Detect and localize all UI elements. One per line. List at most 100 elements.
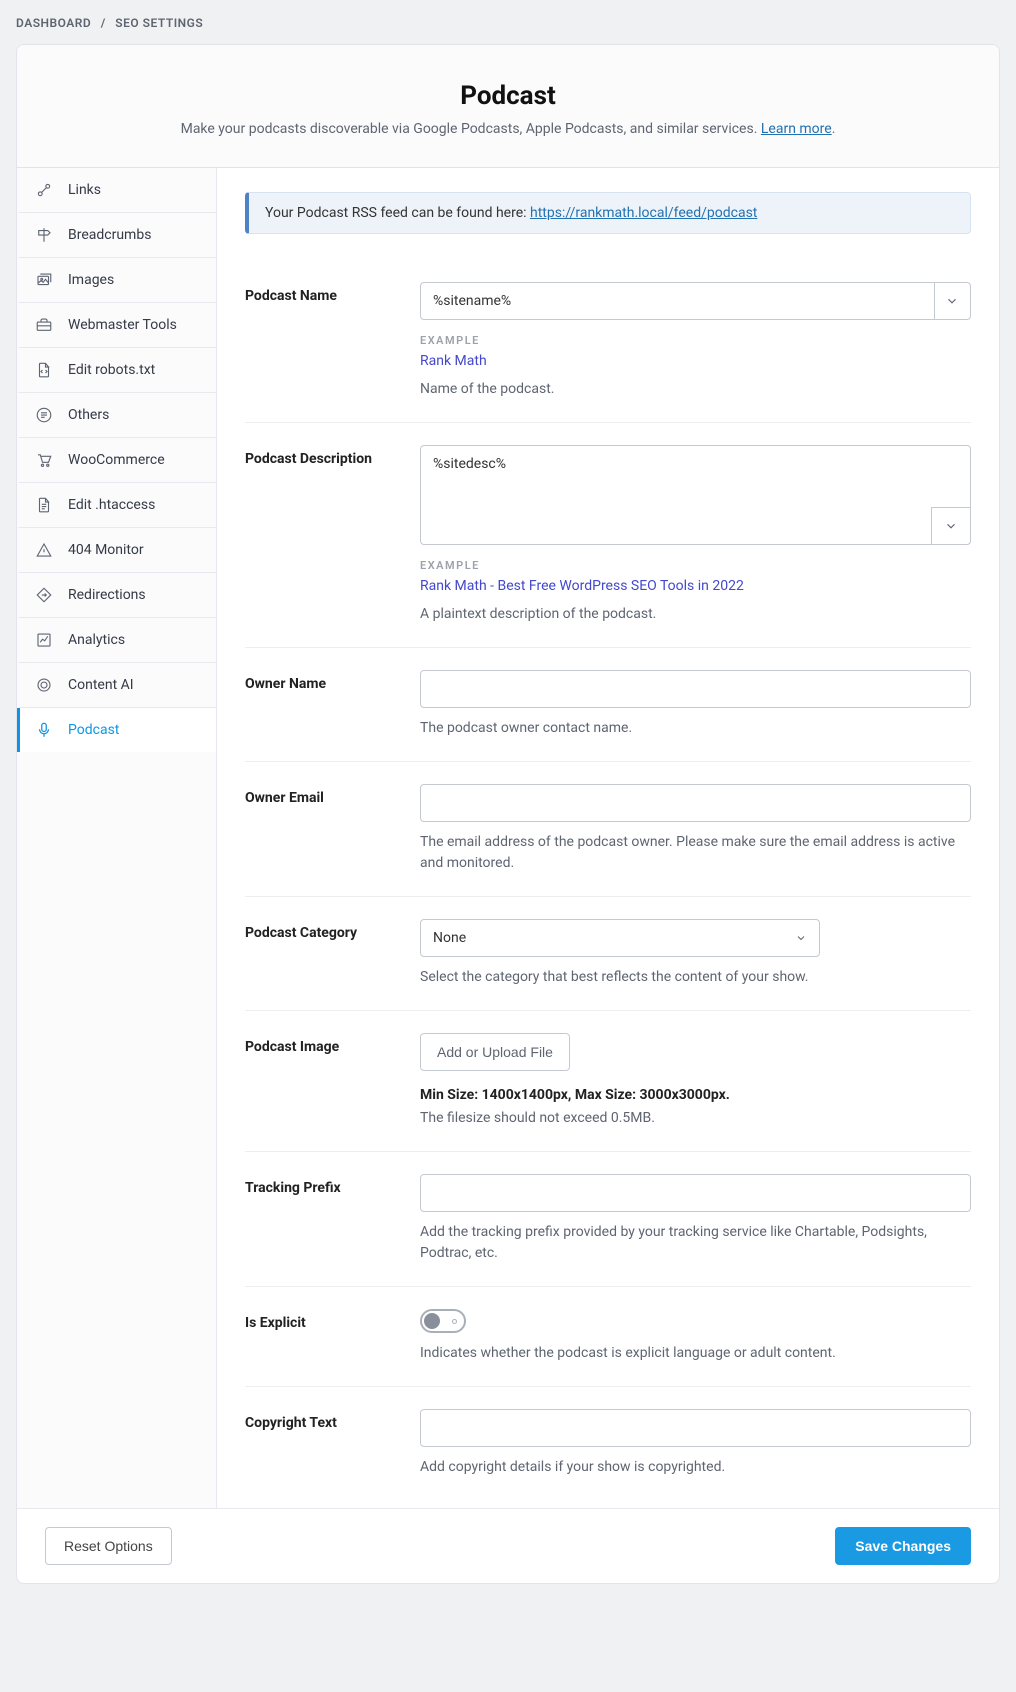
row-owner-email: Owner Email The email address of the pod… (245, 762, 971, 897)
tracking-prefix-input[interactable] (420, 1174, 971, 1212)
sidebar-item-webmaster[interactable]: Webmaster Tools (17, 303, 216, 348)
helper-podcast-description: A plaintext description of the podcast. (420, 604, 971, 625)
links-icon (34, 180, 54, 200)
label-podcast-name: Podcast Name (245, 282, 420, 304)
sidebar-item-breadcrumbs[interactable]: Breadcrumbs (17, 213, 216, 258)
is-explicit-toggle[interactable] (420, 1309, 466, 1333)
sidebar-item-label: Edit robots.txt (68, 362, 155, 378)
rss-feed-link[interactable]: https://rankmath.local/feed/podcast (530, 205, 757, 221)
label-copyright: Copyright Text (245, 1409, 420, 1431)
row-podcast-category: Podcast Category None Select the categor… (245, 897, 971, 1011)
helper-is-explicit: Indicates whether the podcast is explici… (420, 1343, 971, 1364)
breadcrumb-dashboard-link[interactable]: DASHBOARD (16, 16, 91, 30)
example-label: EXAMPLE (420, 334, 971, 347)
label-podcast-description: Podcast Description (245, 445, 420, 467)
sidebar-item-label: Analytics (68, 632, 125, 648)
row-copyright: Copyright Text Add copyright details if … (245, 1387, 971, 1500)
save-button[interactable]: Save Changes (835, 1527, 971, 1565)
subtitle-text: Make your podcasts discoverable via Goog… (181, 121, 761, 137)
helper-podcast-name: Name of the podcast. (420, 379, 971, 400)
cart-icon (34, 450, 54, 470)
label-is-explicit: Is Explicit (245, 1309, 420, 1331)
sidebar-item-podcast[interactable]: Podcast (17, 708, 216, 752)
toggle-dot (452, 1319, 457, 1324)
learn-more-link[interactable]: Learn more (761, 121, 832, 137)
podcast-description-input[interactable]: %sitedesc% (420, 445, 971, 545)
chart-icon (34, 630, 54, 650)
podcast-category-select[interactable]: None (420, 919, 820, 957)
copyright-input[interactable] (420, 1409, 971, 1447)
toolbox-icon (34, 315, 54, 335)
helper-owner-email: The email address of the podcast owner. … (420, 832, 971, 874)
podcast-name-input[interactable] (420, 282, 934, 320)
sidebar-item-label: Webmaster Tools (68, 317, 177, 333)
label-owner-name: Owner Name (245, 670, 420, 692)
sidebar-item-label: Podcast (68, 722, 119, 738)
sidebar-item-label: Breadcrumbs (68, 227, 151, 243)
owner-email-input[interactable] (420, 784, 971, 822)
podcast-name-variables-button[interactable] (934, 282, 971, 320)
label-tracking-prefix: Tracking Prefix (245, 1174, 420, 1196)
card-footer: Reset Options Save Changes (17, 1508, 999, 1583)
row-is-explicit: Is Explicit Indicates whether the podcas… (245, 1287, 971, 1387)
redirect-icon (34, 585, 54, 605)
helper-podcast-category: Select the category that best reflects t… (420, 967, 971, 988)
card-header: Podcast Make your podcasts discoverable … (17, 45, 999, 168)
list-icon (34, 405, 54, 425)
sidebar-item-redirections[interactable]: Redirections (17, 573, 216, 618)
example-podcast-description: Rank Math - Best Free WordPress SEO Tool… (420, 578, 971, 594)
sidebar-item-woocommerce[interactable]: WooCommerce (17, 438, 216, 483)
image-constraint: Min Size: 1400x1400px, Max Size: 3000x30… (420, 1085, 971, 1106)
sidebar-item-contentai[interactable]: Content AI (17, 663, 216, 708)
toggle-knob (424, 1313, 440, 1329)
sidebar: Links Breadcrumbs Images Webmaster Tools… (17, 168, 217, 1508)
sidebar-item-404[interactable]: 404 Monitor (17, 528, 216, 573)
label-podcast-category: Podcast Category (245, 919, 420, 941)
signpost-icon (34, 225, 54, 245)
row-podcast-description: Podcast Description %sitedesc% EXAMPLE R… (245, 423, 971, 648)
label-podcast-image: Podcast Image (245, 1033, 420, 1055)
sidebar-item-analytics[interactable]: Analytics (17, 618, 216, 663)
subtitle-suffix: . (832, 121, 836, 137)
sidebar-item-label: Images (68, 272, 114, 288)
reset-button[interactable]: Reset Options (45, 1527, 172, 1565)
sidebar-item-links[interactable]: Links (17, 168, 216, 213)
sidebar-item-label: Content AI (68, 677, 134, 693)
page-title: Podcast (41, 81, 975, 111)
content-area: Your Podcast RSS feed can be found here:… (217, 168, 999, 1508)
microphone-icon (34, 720, 54, 740)
row-podcast-name: Podcast Name EXAMPLE Rank Math Name of t… (245, 260, 971, 423)
helper-owner-name: The podcast owner contact name. (420, 718, 971, 739)
sidebar-item-others[interactable]: Others (17, 393, 216, 438)
sidebar-item-label: Links (68, 182, 101, 198)
ai-icon (34, 675, 54, 695)
warning-icon (34, 540, 54, 560)
sidebar-item-htaccess[interactable]: Edit .htaccess (17, 483, 216, 528)
sidebar-item-label: Others (68, 407, 109, 423)
settings-card: Podcast Make your podcasts discoverable … (16, 44, 1000, 1584)
images-icon (34, 270, 54, 290)
breadcrumb: DASHBOARD / SEO SETTINGS (16, 16, 1000, 30)
notice-text: Your Podcast RSS feed can be found here: (265, 205, 530, 221)
example-label: EXAMPLE (420, 559, 971, 572)
breadcrumb-sep: / (101, 16, 106, 30)
label-owner-email: Owner Email (245, 784, 420, 806)
owner-name-input[interactable] (420, 670, 971, 708)
helper-copyright: Add copyright details if your show is co… (420, 1457, 971, 1478)
row-owner-name: Owner Name The podcast owner contact nam… (245, 648, 971, 762)
sidebar-item-images[interactable]: Images (17, 258, 216, 303)
helper-podcast-image: The filesize should not exceed 0.5MB. (420, 1108, 971, 1129)
rss-feed-notice: Your Podcast RSS feed can be found here:… (245, 192, 971, 234)
helper-tracking-prefix: Add the tracking prefix provided by your… (420, 1222, 971, 1264)
sidebar-item-label: Redirections (68, 587, 146, 603)
sidebar-item-label: 404 Monitor (68, 542, 144, 558)
row-podcast-image: Podcast Image Add or Upload File Min Siz… (245, 1011, 971, 1152)
podcast-description-variables-button[interactable] (931, 507, 971, 545)
sidebar-item-label: WooCommerce (68, 452, 165, 468)
sidebar-item-robots[interactable]: Edit robots.txt (17, 348, 216, 393)
add-upload-button[interactable]: Add or Upload File (420, 1033, 570, 1071)
breadcrumb-current: SEO SETTINGS (115, 16, 203, 30)
example-podcast-name: Rank Math (420, 353, 971, 369)
row-tracking-prefix: Tracking Prefix Add the tracking prefix … (245, 1152, 971, 1287)
file-edit-icon (34, 495, 54, 515)
